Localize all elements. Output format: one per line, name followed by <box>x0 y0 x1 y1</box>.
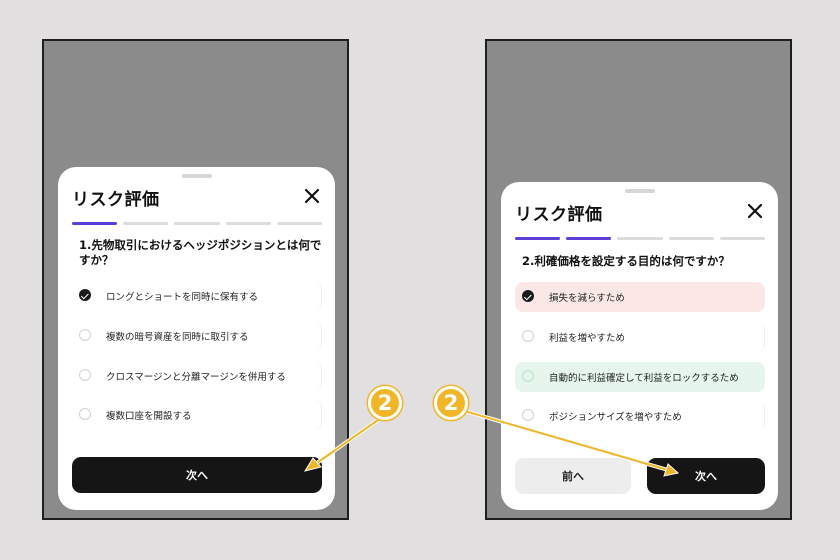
step-badge-number: 2 <box>377 390 393 415</box>
annotation-arrows <box>303 410 680 477</box>
step-2-badge: 2 <box>368 386 402 420</box>
step-badge-number: 2 <box>443 390 459 415</box>
arrow-right-head <box>663 463 680 477</box>
arrow-right-line <box>467 411 669 471</box>
step-2-badge: 2 <box>434 386 468 420</box>
arrow-left-line <box>313 419 379 466</box>
